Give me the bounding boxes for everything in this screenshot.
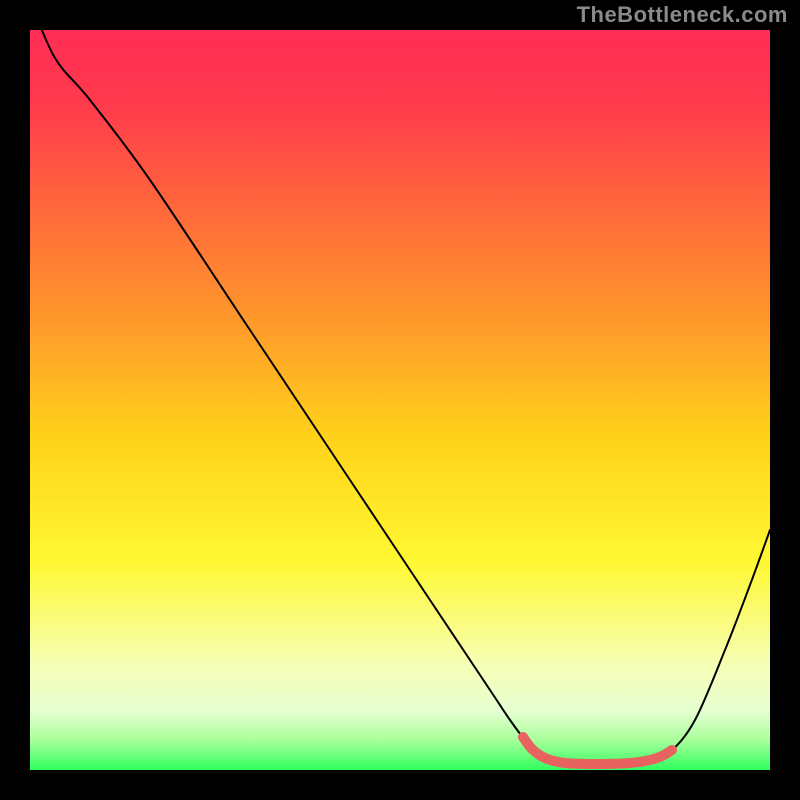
plot-background — [30, 30, 770, 770]
bottleneck-chart — [0, 0, 800, 800]
watermark-text: TheBottleneck.com — [577, 2, 788, 28]
chart-container: { "watermark": "TheBottleneck.com", "cha… — [0, 0, 800, 800]
